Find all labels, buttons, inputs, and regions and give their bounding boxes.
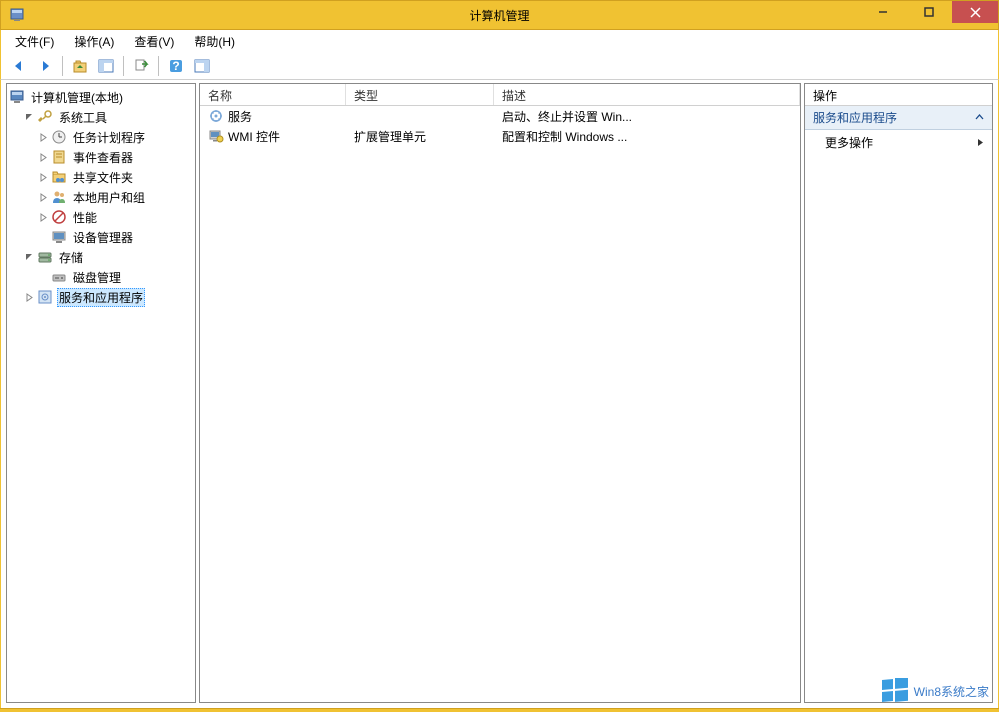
event-icon: [51, 149, 67, 165]
toolbar: ?: [0, 52, 999, 80]
collapse-icon[interactable]: [23, 251, 35, 263]
disk-icon: [51, 269, 67, 285]
title-bar: 计算机管理: [0, 0, 999, 30]
tree-label: 事件查看器: [71, 148, 135, 167]
tree-label: 磁盘管理: [71, 268, 123, 287]
column-desc[interactable]: 描述: [494, 84, 800, 105]
action-section-label: 服务和应用程序: [813, 109, 897, 126]
storage-icon: [37, 249, 53, 265]
tree-label: 存储: [57, 248, 85, 267]
navigation-tree: 计算机管理(本地) 系统工具 任务计划程序 事件查看器 共享文件夹: [7, 84, 195, 310]
tree-event-viewer[interactable]: 事件查看器: [9, 147, 193, 167]
cell-desc: 启动、终止并设置 Win...: [494, 108, 800, 125]
tree-label: 共享文件夹: [71, 168, 135, 187]
tree-task-scheduler[interactable]: 任务计划程序: [9, 127, 193, 147]
tools-icon: [37, 109, 53, 125]
tree-pane: 计算机管理(本地) 系统工具 任务计划程序 事件查看器 共享文件夹: [6, 83, 196, 703]
toolbar-separator: [158, 56, 159, 76]
action-pane-title: 操作: [805, 84, 992, 106]
spacer: [37, 231, 49, 243]
tree-performance[interactable]: 性能: [9, 207, 193, 227]
close-button[interactable]: [952, 1, 998, 23]
window-bottom-border: [0, 708, 999, 712]
tree-label: 本地用户和组: [71, 188, 147, 207]
forward-button[interactable]: [33, 54, 57, 78]
tree-label: 任务计划程序: [71, 128, 147, 147]
menu-file[interactable]: 文件(F): [7, 31, 62, 52]
users-icon: [51, 189, 67, 205]
action-item-label: 更多操作: [825, 134, 873, 151]
action-more[interactable]: 更多操作: [805, 130, 992, 155]
performance-icon: [51, 209, 67, 225]
services-icon: [37, 289, 53, 305]
spacer: [37, 271, 49, 283]
menu-action[interactable]: 操作(A): [66, 31, 122, 52]
content-area: 计算机管理(本地) 系统工具 任务计划程序 事件查看器 共享文件夹: [0, 80, 999, 708]
computer-mgmt-icon: [9, 89, 25, 105]
expand-icon[interactable]: [37, 151, 49, 163]
action-section[interactable]: 服务和应用程序: [805, 106, 992, 130]
tree-device-manager[interactable]: 设备管理器: [9, 227, 193, 247]
action-pane: 操作 服务和应用程序 更多操作: [804, 83, 993, 703]
help-button[interactable]: ?: [164, 54, 188, 78]
collapse-icon[interactable]: [23, 111, 35, 123]
svg-text:?: ?: [172, 59, 179, 73]
menu-bar: 文件(F) 操作(A) 查看(V) 帮助(H): [0, 30, 999, 52]
tree-disk-mgmt[interactable]: 磁盘管理: [9, 267, 193, 287]
window-title: 计算机管理: [469, 7, 529, 24]
tree-local-users[interactable]: 本地用户和组: [9, 187, 193, 207]
gear-icon: [208, 108, 224, 124]
submenu-arrow-icon: [977, 136, 984, 150]
menu-help[interactable]: 帮助(H): [186, 31, 243, 52]
maximize-button[interactable]: [906, 1, 952, 23]
tree-label: 系统工具: [57, 108, 109, 127]
cell-type: 扩展管理单元: [346, 128, 494, 145]
wmi-icon: [208, 128, 224, 144]
window-controls: [860, 1, 998, 23]
list-item-services[interactable]: 服务 启动、终止并设置 Win...: [200, 106, 800, 126]
tree-label: 服务和应用程序: [57, 288, 145, 307]
list-body: 服务 启动、终止并设置 Win... WMI 控件 扩展管理单元 配置和控制 W…: [200, 106, 800, 702]
export-button[interactable]: [129, 54, 153, 78]
back-button[interactable]: [7, 54, 31, 78]
tree-services-apps[interactable]: 服务和应用程序: [9, 287, 193, 307]
tree-root[interactable]: 计算机管理(本地): [9, 87, 193, 107]
list-item-wmi[interactable]: WMI 控件 扩展管理单元 配置和控制 Windows ...: [200, 126, 800, 146]
tree-system-tools[interactable]: 系统工具: [9, 107, 193, 127]
cell-name: 服务: [228, 108, 252, 125]
tree-label: 设备管理器: [71, 228, 135, 247]
tree-label: 性能: [71, 208, 99, 227]
expand-icon[interactable]: [37, 171, 49, 183]
menu-view[interactable]: 查看(V): [126, 31, 182, 52]
tree-storage[interactable]: 存储: [9, 247, 193, 267]
cell-name: WMI 控件: [228, 128, 280, 145]
expand-icon[interactable]: [37, 131, 49, 143]
expand-icon[interactable]: [37, 211, 49, 223]
show-hide-tree-button[interactable]: [94, 54, 118, 78]
app-icon: [9, 7, 25, 23]
column-type[interactable]: 类型: [346, 84, 494, 105]
clock-icon: [51, 129, 67, 145]
cell-desc: 配置和控制 Windows ...: [494, 128, 800, 145]
properties-button[interactable]: [190, 54, 214, 78]
list-header: 名称 类型 描述: [200, 84, 800, 106]
tree-shared-folders[interactable]: 共享文件夹: [9, 167, 193, 187]
device-icon: [51, 229, 67, 245]
collapse-arrow-icon: [975, 111, 984, 125]
list-pane: 名称 类型 描述 服务 启动、终止并设置 Win... WMI 控件 扩展管理单…: [199, 83, 801, 703]
expand-icon[interactable]: [37, 191, 49, 203]
toolbar-separator: [123, 56, 124, 76]
shared-folder-icon: [51, 169, 67, 185]
minimize-button[interactable]: [860, 1, 906, 23]
toolbar-separator: [62, 56, 63, 76]
column-name[interactable]: 名称: [200, 84, 346, 105]
tree-label: 计算机管理(本地): [29, 88, 125, 107]
up-button[interactable]: [68, 54, 92, 78]
expand-icon[interactable]: [23, 291, 35, 303]
